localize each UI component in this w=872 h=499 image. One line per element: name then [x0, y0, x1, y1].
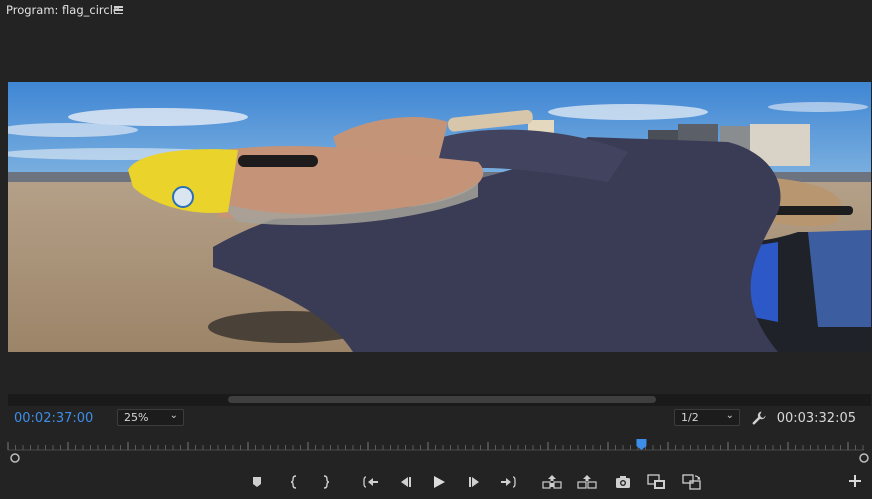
extract-button[interactable]	[576, 472, 598, 492]
out-point-handle	[859, 453, 869, 463]
in-point-handle	[10, 453, 20, 463]
playhead-timecode[interactable]: 00:02:37:00	[14, 411, 93, 426]
play-icon	[434, 476, 445, 488]
zoom-level-value: 25%	[124, 411, 149, 424]
mark-in-button[interactable]	[283, 472, 305, 492]
video-frame	[8, 82, 871, 352]
comparison-view-icon	[647, 474, 665, 489]
transport-controls	[0, 472, 872, 494]
plus-icon[interactable]	[846, 472, 864, 490]
wrench-icon[interactable]	[751, 410, 767, 426]
playback-resolution-value: 1/2	[681, 411, 699, 424]
step-forward-button[interactable]	[464, 472, 486, 492]
export-frame-button[interactable]	[612, 472, 634, 492]
chevron-down-icon: ⌄	[725, 410, 734, 421]
chevron-down-icon: ⌄	[169, 410, 178, 421]
time-ruler[interactable]	[0, 437, 872, 463]
duration-timecode: 00:03:32:05	[776, 411, 856, 426]
lift-icon	[542, 475, 562, 489]
mark-out-button[interactable]	[315, 472, 337, 492]
viewer-horizontal-scrollbar[interactable]	[8, 394, 871, 406]
extract-icon	[577, 475, 597, 489]
lift-button[interactable]	[541, 472, 563, 492]
step-back-icon	[401, 477, 411, 487]
go-to-in-button[interactable]	[360, 472, 382, 492]
hamburger-menu-icon[interactable]	[114, 6, 123, 15]
step-forward-icon	[469, 477, 479, 487]
playback-resolution-dropdown[interactable]: 1/2 ⌄	[674, 409, 740, 426]
mark-out-icon	[323, 475, 330, 489]
panel-title: Program: flag_circle	[6, 3, 120, 17]
proxy-toggle-button[interactable]	[681, 472, 703, 492]
step-back-button[interactable]	[394, 472, 416, 492]
play-button[interactable]	[428, 472, 450, 492]
camera-icon	[616, 476, 630, 488]
scrollbar-thumb[interactable]	[228, 396, 656, 403]
go-to-in-icon	[363, 476, 378, 488]
mark-in-icon	[290, 475, 297, 489]
proxy-toggle-icon	[682, 474, 701, 490]
program-monitor-viewer	[0, 22, 872, 394]
panel-header: Program: flag_circle	[0, 0, 872, 22]
comparison-view-button[interactable]	[646, 472, 668, 492]
zoom-level-dropdown[interactable]: 25% ⌄	[117, 409, 184, 426]
add-marker-button[interactable]	[246, 472, 268, 492]
go-to-out-button[interactable]	[497, 472, 519, 492]
marker-icon	[253, 477, 261, 487]
go-to-out-icon	[501, 476, 516, 488]
